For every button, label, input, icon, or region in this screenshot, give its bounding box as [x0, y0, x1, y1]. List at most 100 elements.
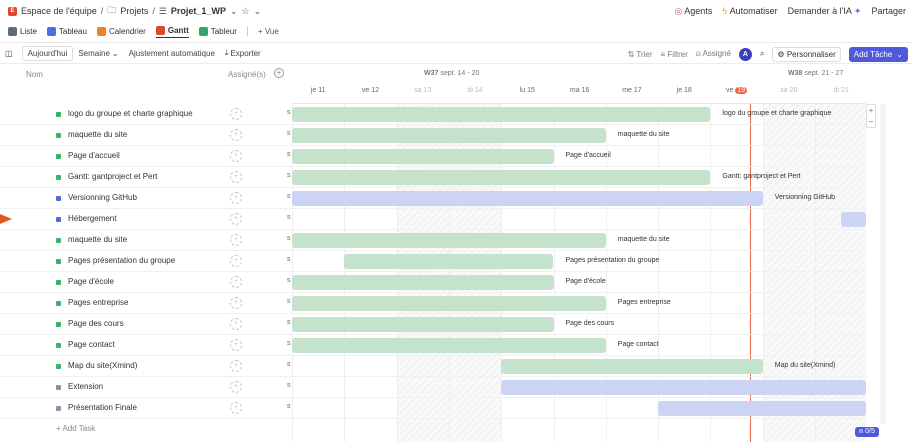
add-column-icon[interactable]: + — [274, 68, 284, 78]
vertical-scrollbar[interactable] — [880, 104, 886, 424]
chevron-down-icon[interactable]: ⌄ — [254, 6, 262, 17]
column-assignee-header[interactable]: Assigné(s) — [228, 70, 266, 79]
task-name[interactable]: Page d'école — [68, 277, 114, 286]
gantt-bar[interactable] — [292, 170, 711, 185]
assigned-button[interactable]: ⍝ Assigné — [696, 49, 731, 59]
add-assignee-icon[interactable]: + — [230, 171, 242, 183]
column-name-header[interactable]: Nom — [26, 70, 43, 79]
add-assignee-icon[interactable]: + — [230, 108, 242, 120]
gantt-bar[interactable] — [292, 338, 606, 353]
gantt-bar[interactable] — [292, 149, 554, 164]
status-dot-icon[interactable] — [56, 175, 61, 180]
task-name[interactable]: maquette du site — [68, 235, 127, 244]
add-assignee-icon[interactable]: + — [230, 255, 242, 267]
task-name[interactable]: Map du site(Xmind) — [68, 361, 137, 370]
zoom-out-icon[interactable]: − — [869, 117, 874, 126]
task-row[interactable]: Page contact + s Page contact — [0, 335, 866, 356]
gantt-bar[interactable] — [292, 296, 606, 311]
status-dot-icon[interactable] — [56, 280, 61, 285]
status-dot-icon[interactable] — [56, 343, 61, 348]
status-dot-icon[interactable] — [56, 154, 61, 159]
task-name[interactable]: Page contact — [68, 340, 115, 349]
tab-calendrier[interactable]: Calendrier — [96, 25, 146, 38]
status-dot-icon[interactable] — [56, 385, 61, 390]
task-row[interactable]: maquette du site + s maquette du site — [0, 125, 866, 146]
gantt-bar[interactable] — [292, 107, 711, 122]
task-row[interactable]: Pages entreprise + s Pages entreprise — [0, 293, 866, 314]
star-icon[interactable]: ☆ — [242, 6, 250, 17]
task-name[interactable]: Extension — [68, 382, 103, 391]
add-assignee-icon[interactable]: + — [230, 234, 242, 246]
task-name[interactable]: Page d'accueil — [68, 151, 120, 160]
today-button[interactable]: Aujourd'hui — [21, 45, 74, 61]
add-assignee-icon[interactable]: + — [230, 192, 242, 204]
breadcrumb-list[interactable]: Projet_1_WP — [171, 6, 226, 16]
agents-button[interactable]: ◎ Agents — [674, 6, 712, 17]
add-assignee-icon[interactable]: + — [230, 276, 242, 288]
status-dot-icon[interactable] — [56, 112, 61, 117]
customize-button[interactable]: ⚙ Personnaliser — [772, 46, 841, 62]
share-button[interactable]: Partager — [871, 6, 906, 16]
add-assignee-icon[interactable]: + — [230, 339, 242, 351]
search-icon[interactable]: ⌕ — [760, 49, 764, 59]
task-row[interactable]: Hébergement + s — [0, 209, 866, 230]
avatar[interactable]: A — [738, 47, 752, 61]
task-name[interactable]: Page des cours — [68, 319, 124, 328]
filter-button[interactable]: ≡ Filtrer — [661, 50, 688, 59]
status-dot-icon[interactable] — [56, 259, 61, 264]
automate-button[interactable]: ϟ Automatiser — [722, 6, 777, 16]
gantt-bar[interactable] — [344, 254, 554, 269]
task-row[interactable]: maquette du site + s maquette du site — [0, 230, 866, 251]
add-assignee-icon[interactable]: + — [230, 150, 242, 162]
gantt-bar[interactable] — [292, 233, 606, 248]
task-name[interactable]: Versionning GitHub — [68, 193, 137, 202]
zoom-control[interactable]: + − — [866, 104, 876, 128]
task-name[interactable]: Pages entreprise — [68, 298, 128, 307]
gantt-bar[interactable] — [292, 128, 606, 143]
auto-fit-button[interactable]: Ajustement automatique — [124, 47, 220, 60]
add-task-row[interactable]: + Add Task — [56, 424, 95, 433]
zoom-in-icon[interactable]: + — [869, 106, 874, 115]
task-row[interactable]: Page des cours + s Page des cours — [0, 314, 866, 335]
add-assignee-icon[interactable]: + — [230, 402, 242, 414]
status-dot-icon[interactable] — [56, 196, 61, 201]
status-dot-icon[interactable] — [56, 133, 61, 138]
status-dot-icon[interactable] — [56, 217, 61, 222]
status-dot-icon[interactable] — [56, 406, 61, 411]
add-assignee-icon[interactable]: + — [230, 381, 242, 393]
breadcrumb-workspace[interactable]: Espace de l'équipe — [21, 6, 97, 16]
tab-tableur[interactable]: Tableur — [198, 25, 237, 38]
tab-liste[interactable]: Liste — [8, 25, 37, 38]
status-dot-icon[interactable] — [56, 322, 61, 327]
gantt-bar[interactable] — [841, 212, 866, 227]
ask-ai-button[interactable]: Demander à l'IA ✦ — [788, 6, 862, 17]
tab-tableau[interactable]: Tableau — [46, 25, 87, 38]
task-name[interactable]: Gantt: gantproject et Pert — [68, 172, 157, 181]
gantt-bar[interactable] — [658, 401, 866, 416]
add-assignee-icon[interactable]: + — [230, 297, 242, 309]
add-assignee-icon[interactable]: + — [230, 129, 242, 141]
add-view-button[interactable]: + Vue — [258, 27, 279, 36]
selection-counter[interactable]: ⍝ 0/5 — [855, 427, 879, 437]
task-row[interactable]: logo du groupe et charte graphique + s logo… — [0, 104, 866, 125]
gantt-bar[interactable] — [292, 191, 763, 206]
week-select[interactable]: Semaine ⌄ — [73, 47, 123, 60]
task-name[interactable]: maquette du site — [68, 130, 127, 139]
chevron-down-icon[interactable]: ⌄ — [230, 6, 238, 17]
export-button[interactable]: ⤓ Exporter — [220, 46, 266, 60]
add-assignee-icon[interactable]: + — [230, 318, 242, 330]
task-row[interactable]: Page d'accueil + s Page d'accueil — [0, 146, 866, 167]
tab-gantt[interactable]: Gantt — [155, 24, 189, 38]
gantt-bar[interactable] — [292, 275, 554, 290]
task-name[interactable]: Hébergement — [68, 214, 116, 223]
task-row[interactable]: Versionning GitHub + s Versionning GitHub — [0, 188, 866, 209]
status-dot-icon[interactable] — [56, 301, 61, 306]
task-name[interactable]: Présentation Finale — [68, 403, 137, 412]
gantt-bar[interactable] — [292, 317, 554, 332]
add-task-button[interactable]: Add Tâche ⌄ — [848, 46, 908, 62]
status-dot-icon[interactable] — [56, 364, 61, 369]
task-row[interactable]: Gantt: gantproject et Pert + s Gantt: gantp… — [0, 167, 866, 188]
add-assignee-icon[interactable]: + — [230, 360, 242, 372]
sidebar-toggle-icon[interactable]: ◫ — [0, 47, 18, 60]
gantt-bar[interactable] — [501, 359, 763, 374]
